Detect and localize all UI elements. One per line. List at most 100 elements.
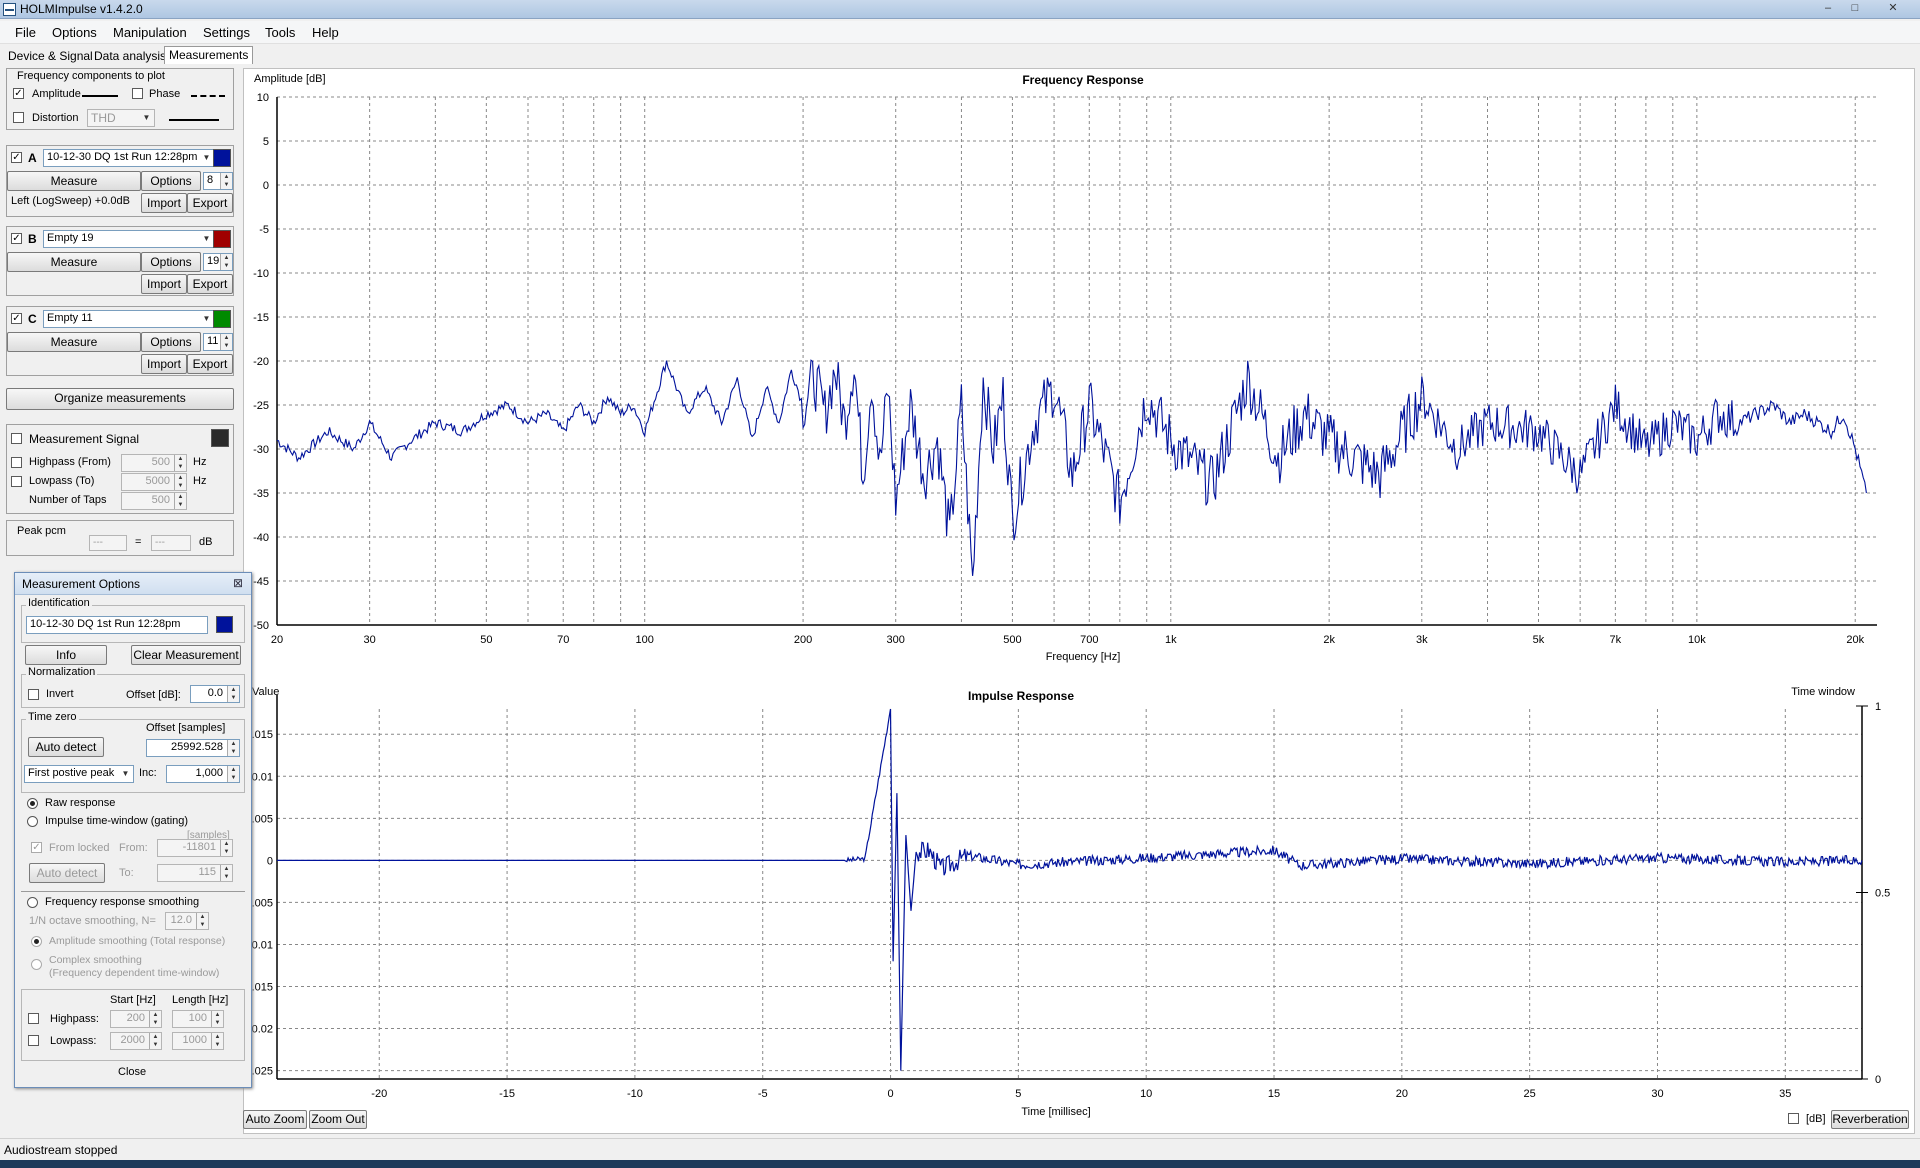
measurement-signal-color[interactable]	[211, 429, 229, 447]
slot-a-letter: A	[28, 151, 37, 165]
tab-measurements[interactable]: Measurements	[164, 46, 254, 64]
offset-db-input[interactable]: 0.0 ▲ ▼	[190, 685, 240, 703]
invert-checkbox[interactable]	[28, 689, 39, 700]
spinner-icon[interactable]: ▲ ▼	[174, 474, 186, 490]
spinner-icon[interactable]: ▲ ▼	[211, 1033, 223, 1049]
slot-a-export-button[interactable]: Export	[187, 193, 233, 213]
slot-c-export-button[interactable]: Export	[187, 354, 233, 374]
slot-b-measure-button[interactable]: Measure	[7, 252, 141, 272]
distortion-checkbox[interactable]	[13, 112, 24, 123]
highpass-length-input[interactable]: 100 ▲ ▼	[172, 1010, 224, 1028]
slot-c-color-swatch[interactable]	[213, 310, 231, 328]
spinner-icon[interactable]: ▲ ▼	[220, 173, 232, 189]
slot-a-options-button[interactable]: Options	[141, 171, 201, 191]
octave-input[interactable]: 12.0 ▲ ▼	[165, 912, 209, 930]
spinner-icon[interactable]: ▲ ▼	[220, 334, 232, 350]
highpass-from-input[interactable]: 500 ▲ ▼	[121, 454, 187, 472]
slot-b-count[interactable]: 19 ▲ ▼	[203, 253, 233, 271]
highpass-start-input[interactable]: 200 ▲ ▼	[110, 1010, 162, 1028]
slot-a-import-button[interactable]: Import	[141, 193, 187, 213]
spinner-icon[interactable]: ▲ ▼	[196, 913, 208, 929]
slot-a-count[interactable]: 8 ▲ ▼	[203, 172, 233, 190]
menu-settings[interactable]: Settings	[203, 25, 250, 40]
charts-svg[interactable]: 1050-5-10-15-20-25-30-35-40-45-5020 30 50 7…	[242, 69, 1916, 1135]
from-locked-checkbox[interactable]: ✓	[31, 842, 42, 853]
spinner-icon[interactable]: ▲ ▼	[149, 1011, 161, 1027]
identification-color[interactable]	[216, 616, 233, 633]
gating-radio[interactable]	[27, 816, 38, 827]
dialog-lowpass-label: Lowpass:	[50, 1035, 97, 1047]
reverberation-button[interactable]: Reverberation	[1831, 1110, 1909, 1129]
menu-tools[interactable]: Tools	[265, 25, 295, 40]
spinner-icon[interactable]: ▲ ▼	[211, 1011, 223, 1027]
info-button[interactable]: Info	[25, 645, 107, 665]
spinner-icon[interactable]: ▲ ▼	[220, 865, 232, 881]
minimize-button[interactable]: –	[1818, 1, 1838, 16]
zoom-out-button[interactable]: Zoom Out	[309, 1110, 367, 1129]
inc-input[interactable]: 1,000 ▲ ▼	[166, 765, 240, 783]
slot-c-select[interactable]: Empty 11 ▼	[43, 310, 215, 328]
tab-device-signal[interactable]: Device & Signal	[4, 48, 97, 66]
spinner-icon[interactable]: ▲ ▼	[227, 740, 239, 756]
slot-a-color-swatch[interactable]	[213, 149, 231, 167]
offset-samples-input[interactable]: 25992.528 ▲ ▼	[146, 739, 240, 757]
measurement-signal-checkbox[interactable]	[11, 433, 22, 444]
menu-help[interactable]: Help	[312, 25, 339, 40]
slot-c-import-button[interactable]: Import	[141, 354, 187, 374]
spinner-icon[interactable]: ▲ ▼	[227, 686, 239, 702]
amplitude-smoothing-radio[interactable]	[31, 936, 42, 947]
taps-input[interactable]: 500 ▲ ▼	[121, 492, 187, 510]
auto-zoom-button[interactable]: Auto Zoom	[243, 1110, 307, 1129]
slot-a-checkbox[interactable]: ✓	[11, 152, 22, 163]
slot-b-select[interactable]: Empty 19 ▼	[43, 230, 215, 248]
spinner-icon[interactable]: ▲ ▼	[149, 1033, 161, 1049]
slot-b-checkbox[interactable]: ✓	[11, 233, 22, 244]
amplitude-checkbox[interactable]: ✓	[13, 88, 24, 99]
spinner-icon[interactable]: ▲ ▼	[227, 766, 239, 782]
distortion-select[interactable]: THD ▼	[87, 109, 155, 127]
dialog-highpass-checkbox[interactable]	[28, 1013, 39, 1024]
slot-c-count[interactable]: 11 ▲ ▼	[203, 333, 233, 351]
auto-detect-button[interactable]: Auto detect	[28, 737, 104, 757]
menu-file[interactable]: File	[15, 25, 36, 40]
from-input[interactable]: -11801 ▲ ▼	[157, 839, 233, 857]
auto-detect-gating-button[interactable]: Auto detect	[29, 863, 105, 883]
highpass-from-checkbox[interactable]	[11, 457, 22, 468]
lowpass-start-input[interactable]: 2000 ▲ ▼	[110, 1032, 162, 1050]
spinner-icon[interactable]: ▲ ▼	[220, 254, 232, 270]
lowpass-to-checkbox[interactable]	[11, 476, 22, 487]
tab-data-analysis[interactable]: Data analysis	[90, 48, 170, 66]
identification-input[interactable]: 10-12-30 DQ 1st Run 12:28pm	[26, 616, 208, 634]
dialog-close-icon[interactable]: ⊠	[233, 576, 243, 590]
lowpass-to-input[interactable]: 5000 ▲ ▼	[121, 473, 187, 491]
to-input[interactable]: 115 ▲ ▼	[157, 864, 233, 882]
menu-options[interactable]: Options	[52, 25, 97, 40]
raw-response-radio[interactable]	[27, 798, 38, 809]
organize-measurements-button[interactable]: Organize measurements	[6, 388, 234, 410]
maximize-button[interactable]: □	[1845, 1, 1865, 16]
spinner-icon[interactable]: ▲ ▼	[174, 493, 186, 509]
slot-b-import-button[interactable]: Import	[141, 274, 187, 294]
spinner-icon[interactable]: ▲ ▼	[220, 840, 232, 856]
menu-manipulation[interactable]: Manipulation	[113, 25, 187, 40]
slot-a-measure-button[interactable]: Measure	[7, 171, 141, 191]
spinner-icon[interactable]: ▲ ▼	[174, 455, 186, 471]
complex-smoothing-radio[interactable]	[31, 959, 42, 970]
clear-measurement-button[interactable]: Clear Measurement	[131, 645, 241, 665]
slot-b-color-swatch[interactable]	[213, 230, 231, 248]
dialog-close-button[interactable]: Close	[118, 1066, 146, 1078]
db-checkbox[interactable]	[1788, 1113, 1799, 1124]
chart-area[interactable]: 10 5 0 -5 -10 -15 -20 -25 -30 -35 -40 -45 -50 20 30 50 7…	[242, 68, 1916, 1135]
close-window-button[interactable]: ✕	[1883, 1, 1903, 16]
smoothing-radio[interactable]	[27, 897, 38, 908]
slot-b-options-button[interactable]: Options	[141, 252, 201, 272]
dialog-lowpass-checkbox[interactable]	[28, 1035, 39, 1046]
slot-c-checkbox[interactable]: ✓	[11, 313, 22, 324]
slot-a-select[interactable]: 10-12-30 DQ 1st Run 12:28pm ▼	[43, 149, 215, 167]
peak-mode-select[interactable]: First postive peak ▼	[24, 765, 134, 783]
slot-c-measure-button[interactable]: Measure	[7, 332, 141, 352]
lowpass-length-input[interactable]: 1000 ▲ ▼	[172, 1032, 224, 1050]
slot-b-export-button[interactable]: Export	[187, 274, 233, 294]
slot-c-options-button[interactable]: Options	[141, 332, 201, 352]
phase-checkbox[interactable]	[132, 88, 143, 99]
